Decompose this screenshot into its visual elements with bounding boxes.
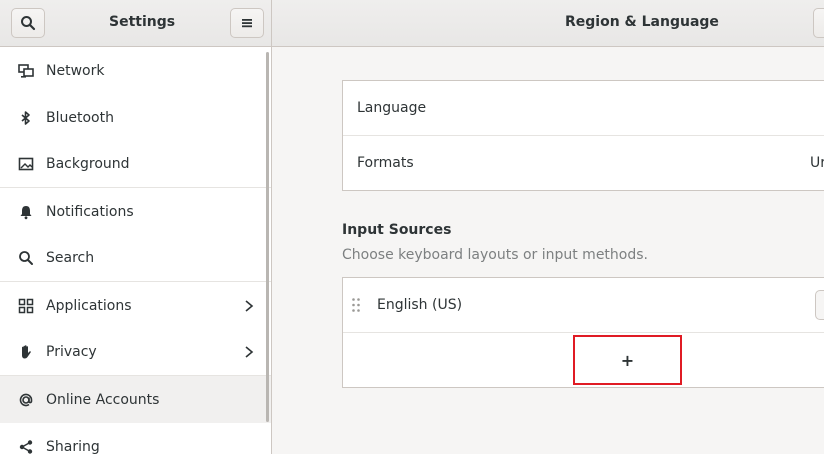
sidebar-item-label: Sharing [46, 438, 100, 454]
header-action-button[interactable] [813, 8, 824, 38]
sidebar-item-label: Network [46, 62, 105, 79]
input-sources-card: English (US) + [342, 277, 824, 388]
sidebar-item-sharing[interactable]: Sharing [0, 423, 271, 454]
header-divider [271, 0, 272, 46]
sidebar-item-label: Notifications [46, 203, 134, 220]
bluetooth-icon [17, 109, 34, 126]
formats-value: Ur [810, 155, 824, 171]
online-accounts-icon [17, 391, 34, 408]
language-formats-card: Language Formats Ur [342, 80, 824, 191]
menu-icon [242, 19, 252, 28]
chevron-right-icon [245, 346, 254, 358]
sharing-icon [17, 438, 34, 454]
input-sources-subtitle: Choose keyboard layouts or input methods… [342, 247, 648, 263]
sidebar-item-label: Online Accounts [46, 391, 160, 408]
input-sources-title: Input Sources [342, 222, 452, 238]
sidebar-title: Settings [109, 14, 176, 30]
sidebar-item-label: Privacy [46, 344, 97, 360]
sidebar-item-bluetooth[interactable]: Bluetooth [0, 94, 271, 141]
sidebar-item-online-accounts[interactable]: Online Accounts [0, 376, 271, 423]
sidebar-scrollbar[interactable] [266, 52, 269, 422]
sidebar-item-background[interactable]: Background [0, 141, 271, 188]
applications-icon [17, 297, 34, 314]
chevron-right-icon [245, 299, 254, 312]
formats-row[interactable]: Formats Ur [343, 136, 824, 190]
language-label: Language [357, 100, 427, 116]
main-panel: Language Formats Ur Input Sources Choose… [272, 47, 824, 454]
sidebar-item-applications[interactable]: Applications [0, 282, 271, 329]
sidebar-item-label: Bluetooth [46, 109, 114, 126]
sidebar-item-network[interactable]: Network [0, 47, 271, 94]
page-title: Region & Language [565, 14, 719, 30]
input-source-label: English (US) [377, 297, 463, 313]
header-bar: Settings Region & Language [0, 0, 824, 47]
search-icon [17, 250, 34, 267]
menu-button[interactable] [230, 8, 264, 38]
formats-label: Formats [357, 155, 414, 171]
sidebar-item-privacy[interactable]: Privacy [0, 329, 271, 376]
sidebar: Network Bluetooth Background Notificatio… [0, 47, 272, 454]
input-source-options-button[interactable] [815, 290, 824, 320]
network-icon [17, 62, 34, 79]
search-icon [21, 16, 36, 31]
drag-handle-icon[interactable] [351, 297, 361, 313]
sidebar-item-label: Applications [46, 297, 132, 314]
sidebar-item-label: Background [46, 156, 130, 172]
notifications-icon [17, 203, 34, 220]
sidebar-item-label: Search [46, 250, 95, 266]
sidebar-item-notifications[interactable]: Notifications [0, 188, 271, 235]
input-source-row[interactable]: English (US) [343, 278, 824, 333]
background-icon [17, 156, 34, 173]
add-input-source-button[interactable]: + [573, 335, 682, 385]
language-row[interactable]: Language [343, 81, 824, 136]
privacy-icon [17, 344, 34, 361]
add-input-source-row: + [343, 333, 824, 387]
sidebar-item-search[interactable]: Search [0, 235, 271, 282]
search-button[interactable] [11, 8, 45, 38]
